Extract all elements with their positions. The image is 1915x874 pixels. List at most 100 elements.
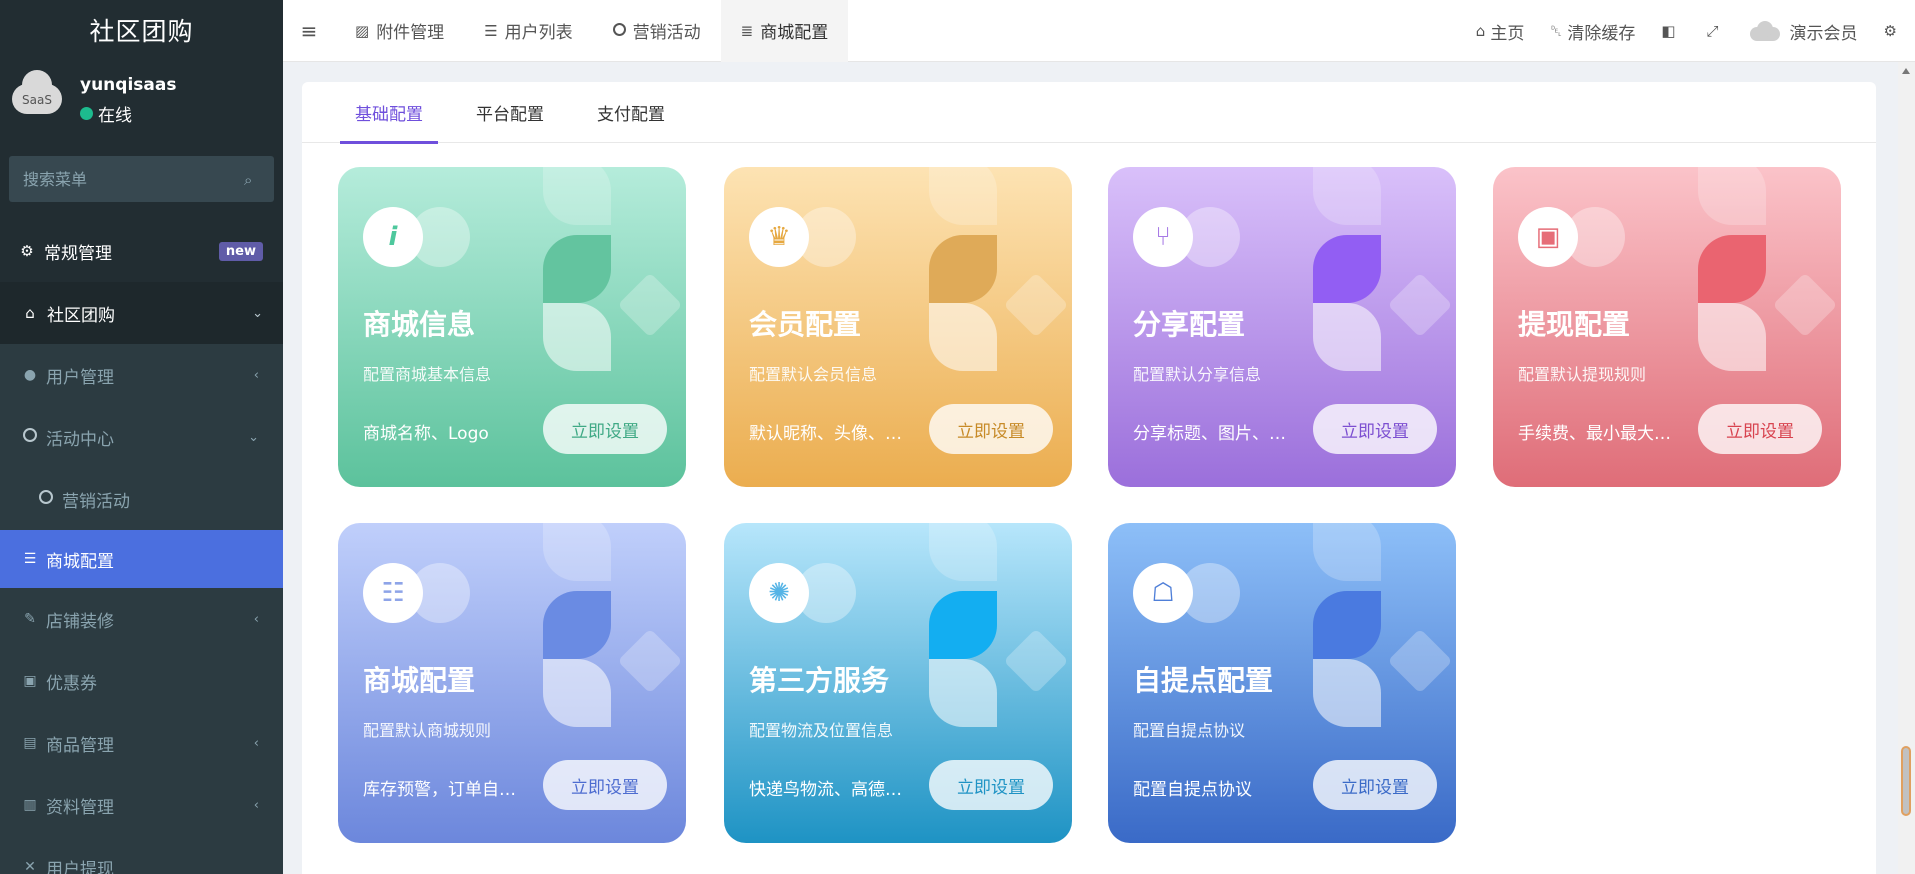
tab-label: 商城配置 [760, 23, 829, 43]
sidebar-item-label: 商品管理 [46, 735, 114, 756]
fullscreen-button[interactable]: ⤢ [1694, 0, 1737, 62]
sidebar-item-files[interactable]: ▥ 资料管理 ‹ [0, 774, 283, 836]
main-content: 基础配置 平台配置 支付配置 i 商城信息 配置商城基本信息 商城名称、Logo… [302, 82, 1876, 874]
member-menu[interactable]: 演示会员 [1737, 0, 1871, 62]
circle-icon [612, 22, 626, 40]
brand-title[interactable]: 社区团购 [0, 0, 283, 60]
list-icon: ☰ [484, 21, 498, 40]
sidebar-item-community[interactable]: ⌂ 社区团购 ⌄ [0, 282, 283, 344]
hamburger-icon[interactable]: ≡ [283, 0, 335, 62]
sidebar-item-label: 商城配置 [46, 551, 114, 572]
tab-user-list[interactable]: ☰ 用户列表 [464, 0, 592, 62]
sidebar: 社区团购 SaaS yunqisaas 在线 ⌕ ⚙ 常规管理 new ⌂ 社区… [0, 0, 283, 874]
card-title: 自提点配置 [1133, 664, 1274, 697]
gears-icon: ⚙ [1883, 22, 1897, 40]
chevron-left-icon: ‹ [253, 367, 259, 383]
fullscreen-icon: ⤢ [1706, 22, 1719, 40]
avatar: SaaS [10, 70, 62, 126]
setup-button[interactable]: 立即设置 [1313, 404, 1437, 454]
sidebar-item-label: 营销活动 [62, 491, 130, 512]
card-title: 会员配置 [749, 308, 862, 341]
tab-payment-config[interactable]: 支付配置 [582, 82, 680, 143]
chevron-left-icon: ‹ [253, 611, 259, 627]
chevron-left-icon: ‹ [253, 735, 259, 751]
tab-platform-config[interactable]: 平台配置 [461, 82, 559, 143]
setup-button[interactable]: 立即设置 [1698, 404, 1822, 454]
sidebar-item-general[interactable]: ⚙ 常规管理 new [0, 220, 283, 282]
home-icon: ⌂ [1475, 22, 1486, 40]
search-icon[interactable]: ⌕ [244, 171, 260, 189]
setup-button[interactable]: 立即设置 [543, 404, 667, 454]
cross-icon: ✕ [24, 859, 36, 874]
tab-label: 营销活动 [632, 23, 701, 43]
sidebar-item-label: 用户管理 [46, 367, 114, 388]
card-foot: 快递鸟物流、高德… [749, 780, 902, 800]
sidebar-item-label: 常规管理 [44, 243, 112, 264]
sidebar-item-activity[interactable]: 活动中心 ⌄ [0, 406, 283, 468]
menu-search: ⌕ [9, 156, 274, 202]
card-title: 商城配置 [363, 664, 476, 697]
scroll-thumb[interactable] [1901, 746, 1911, 816]
card-desc: 配置默认提现规则 [1518, 365, 1647, 384]
card-desc: 配置默认分享信息 [1133, 365, 1262, 384]
sidebar-item-decoration[interactable]: ✎ 店铺装修 ‹ [0, 588, 283, 650]
avatar-text: SaaS [22, 93, 52, 107]
sidebar-item-shop-config[interactable]: ☰ 商城配置 [0, 530, 283, 588]
chevron-left-icon: ‹ [253, 797, 259, 813]
sidebar-item-goods[interactable]: ▤ 商品管理 ‹ [0, 712, 283, 774]
clipboard-icon: ☷ [363, 563, 423, 623]
sidebar-item-label: 社区团购 [47, 305, 115, 326]
settings-button[interactable]: ⚙ [1871, 0, 1915, 62]
tab-shop-config[interactable]: ≣ 商城配置 [720, 0, 849, 62]
sidebar-item-label: 活动中心 [46, 429, 114, 450]
config-card-shop-info: i 商城信息 配置商城基本信息 商城名称、Logo 立即设置 [338, 167, 686, 487]
language-button[interactable]: ◧ [1648, 0, 1693, 62]
file-icon: ▥ [23, 797, 37, 813]
menu-search-input[interactable] [23, 169, 244, 189]
sidebar-item-label: 优惠券 [46, 673, 97, 694]
page-scrollbar[interactable] [1898, 62, 1915, 874]
store-icon: ☖ [1133, 563, 1193, 623]
circle-icon [38, 490, 54, 508]
page-tabs: ▨ 附件管理 ☰ 用户列表 营销活动 ≣ 商城配置 [335, 0, 849, 62]
chevron-down-icon: ⌄ [248, 429, 259, 445]
card-foot: 分享标题、图片、… [1133, 424, 1286, 444]
member-label: 演示会员 [1789, 23, 1858, 44]
clear-cache-button[interactable]: ␡ 清除缓存 [1537, 0, 1648, 62]
new-badge: new [218, 241, 263, 261]
setup-button[interactable]: 立即设置 [1313, 760, 1437, 810]
user-panel: SaaS yunqisaas 在线 [0, 60, 283, 140]
card-desc: 配置物流及位置信息 [749, 721, 894, 740]
chevron-down-icon: ⌄ [252, 305, 263, 321]
cloud-icon [1749, 21, 1780, 41]
gears-icon: ⚙ [20, 242, 34, 260]
config-card-withdraw: ▣ 提现配置 配置默认提现规则 手续费、最小最大… 立即设置 [1493, 167, 1841, 487]
setup-button[interactable]: 立即设置 [929, 404, 1053, 454]
card-desc: 配置默认会员信息 [749, 365, 878, 384]
image-icon: ▨ [355, 21, 370, 40]
sidebar-item-withdraw[interactable]: ✕ 用户提现 [0, 836, 283, 874]
card-title: 分享配置 [1133, 308, 1246, 341]
brush-icon: ✎ [24, 611, 36, 627]
user-name: yunqisaas [80, 74, 177, 95]
home-link[interactable]: ⌂ 主页 [1463, 0, 1538, 62]
sidebar-item-marketing[interactable]: 营销活动 [0, 468, 283, 530]
atom-icon: ✺ [749, 563, 809, 623]
circle-icon [22, 428, 38, 446]
user-status-text: 在线 [98, 105, 132, 126]
sidebar-item-users[interactable]: ● 用户管理 ‹ [0, 344, 283, 406]
card-foot: 库存预警，订单自… [363, 780, 516, 800]
setup-button[interactable]: 立即设置 [543, 760, 667, 810]
tab-basic-config[interactable]: 基础配置 [340, 82, 438, 144]
card-title: 商城信息 [363, 308, 476, 341]
sidebar-item-coupon[interactable]: ▣ 优惠券 [0, 650, 283, 712]
tab-marketing[interactable]: 营销活动 [593, 0, 721, 62]
tab-attachments[interactable]: ▨ 附件管理 [335, 0, 464, 62]
home-label: 主页 [1490, 23, 1525, 44]
user-icon: ● [23, 367, 37, 383]
sidebar-submenu: ● 用户管理 ‹ 活动中心 ⌄ 营销活动 ☰ 商城配置 ✎ 店铺装修 ‹ ▣ 优… [0, 344, 283, 874]
crown-icon: ♛ [749, 207, 809, 267]
scroll-up-icon[interactable] [1902, 68, 1910, 74]
card-title: 第三方服务 [749, 664, 890, 697]
setup-button[interactable]: 立即设置 [929, 760, 1053, 810]
